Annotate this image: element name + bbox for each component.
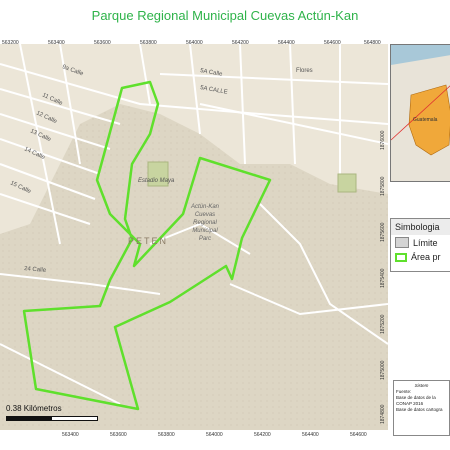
legend-swatch (395, 237, 409, 248)
y-tick-label: 1875800 (380, 176, 386, 196)
legend: Simbologia Límite Área pr (390, 218, 450, 272)
svg-text:Municipal: Municipal (192, 228, 218, 234)
x-tick-label-top: 564400 (278, 40, 295, 46)
legend-label: Límite (413, 237, 438, 248)
legend-swatch (395, 252, 407, 262)
source-box: Sistem Fuente: Base de datos de la CONAP… (393, 380, 450, 436)
y-tick-label: 1875000 (380, 360, 386, 380)
map-title: Parque Regional Municipal Cuevas Actún-K… (91, 8, 359, 23)
inset-canvas: Guatemala (391, 55, 450, 181)
x-tick-label-top: 563600 (94, 40, 111, 46)
y-tick-label: 1875200 (380, 314, 386, 334)
street-label: Flores (296, 68, 313, 74)
svg-text:Parc: Parc (199, 236, 211, 242)
region-label: PETEN (128, 236, 168, 246)
legend-item: Área pr (391, 250, 450, 264)
y-tick-label: 1875600 (380, 222, 386, 242)
x-tick-label-bottom: 563600 (110, 432, 127, 438)
main-map[interactable]: 9a Calle 11 Calle 12 Calle 13 Calle 14 C… (0, 44, 388, 430)
x-tick-label-top: 564800 (364, 40, 381, 46)
y-tick-label: 1876000 (380, 130, 386, 150)
map-canvas: 9a Calle 11 Calle 12 Calle 13 Calle 14 C… (0, 44, 388, 430)
legend-label: Área pr (411, 252, 441, 262)
scale-bar (6, 416, 98, 421)
svg-text:Regional: Regional (193, 220, 217, 226)
sports-field (337, 173, 357, 193)
svg-text:Cuevas: Cuevas (195, 212, 215, 218)
locator-inset-map[interactable]: Guatemala (390, 44, 450, 182)
x-tick-label-top: 563200 (2, 40, 19, 46)
x-tick-label-bottom: 564600 (350, 432, 367, 438)
x-tick-label-top: 564000 (186, 40, 203, 46)
scale-label: 0.38 Kilómetros (6, 404, 62, 413)
x-tick-label-bottom: 563400 (62, 432, 79, 438)
stadium-label: Estadio Maya (138, 178, 175, 184)
x-tick-label-bottom: 564400 (302, 432, 319, 438)
x-tick-label-top: 563400 (48, 40, 65, 46)
x-tick-label-bottom: 563800 (158, 432, 175, 438)
legend-title: Simbologia (391, 219, 450, 235)
svg-text:Actún-Kan: Actún-Kan (190, 204, 220, 210)
y-tick-label: 1875400 (380, 268, 386, 288)
x-tick-label-top: 564200 (232, 40, 249, 46)
source-line: Base de datos cartogra (396, 407, 443, 412)
y-tick-label: 1874800 (380, 404, 386, 424)
legend-item: Límite (391, 235, 450, 250)
x-tick-label-bottom: 564200 (254, 432, 271, 438)
country-label: Guatemala (413, 117, 438, 123)
x-tick-label-top: 564600 (324, 40, 341, 46)
x-tick-label-bottom: 564000 (206, 432, 223, 438)
x-tick-label-top: 563800 (140, 40, 157, 46)
